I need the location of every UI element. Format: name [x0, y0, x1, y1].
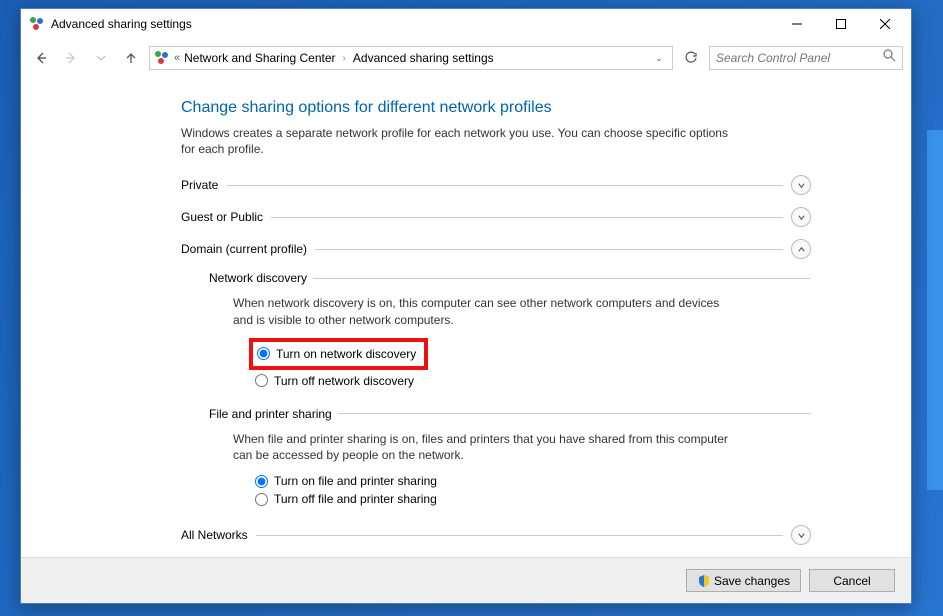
titlebar: Advanced sharing settings — [21, 9, 911, 39]
shield-icon — [697, 574, 711, 588]
chevron-down-icon[interactable] — [791, 525, 811, 545]
radio-label: Turn off file and printer sharing — [274, 492, 437, 506]
radio-input[interactable] — [257, 347, 270, 360]
button-bar: Save changes Cancel — [21, 557, 911, 603]
chevron-up-icon[interactable] — [791, 239, 811, 259]
save-changes-button[interactable]: Save changes — [686, 569, 801, 592]
cancel-label: Cancel — [833, 574, 870, 588]
radio-input[interactable] — [255, 493, 268, 506]
search-input[interactable] — [716, 51, 883, 65]
content-area: Change sharing options for different net… — [21, 77, 911, 557]
section-domain[interactable]: Domain (current profile) — [181, 239, 811, 259]
file-printer-block: File and printer sharing When file and p… — [209, 407, 811, 507]
up-button[interactable] — [119, 46, 143, 70]
section-domain-label: Domain (current profile) — [181, 242, 307, 256]
refresh-button[interactable] — [679, 46, 703, 70]
section-all-label: All Networks — [181, 528, 248, 542]
radio-label: Turn on file and printer sharing — [274, 474, 437, 488]
search-box[interactable] — [709, 46, 903, 70]
page-description: Windows creates a separate network profi… — [181, 125, 741, 157]
chevron-down-icon[interactable] — [791, 207, 811, 227]
breadcrumb-current[interactable]: Advanced sharing settings — [353, 51, 494, 65]
minimize-button[interactable] — [775, 10, 819, 38]
radio-file-printer-on[interactable]: Turn on file and printer sharing — [253, 473, 811, 489]
maximize-button[interactable] — [819, 10, 863, 38]
section-all-networks[interactable]: All Networks — [181, 525, 811, 545]
location-icon — [154, 50, 170, 66]
radio-network-discovery-off[interactable]: Turn off network discovery — [253, 373, 811, 389]
file-printer-radio-group: Turn on file and printer sharing Turn of… — [253, 473, 811, 507]
close-button[interactable] — [863, 10, 907, 38]
chevron-down-icon[interactable] — [791, 175, 811, 195]
advanced-sharing-window: Advanced sharing settings « Network and … — [20, 8, 912, 604]
desktop-accent — [927, 130, 943, 490]
save-label: Save changes — [714, 574, 790, 588]
radio-file-printer-off[interactable]: Turn off file and printer sharing — [253, 491, 811, 507]
section-private-label: Private — [181, 178, 218, 192]
search-icon[interactable] — [883, 49, 896, 67]
network-discovery-block: Network discovery When network discovery… — [209, 271, 811, 388]
network-discovery-radio-group: Turn on network discovery Turn off netwo… — [253, 338, 811, 389]
radio-input[interactable] — [255, 475, 268, 488]
app-icon — [29, 16, 45, 32]
network-discovery-title: Network discovery — [209, 271, 307, 285]
radio-label: Turn off network discovery — [274, 374, 414, 388]
radio-label: Turn on network discovery — [276, 347, 416, 361]
section-guest-public[interactable]: Guest or Public — [181, 207, 811, 227]
section-guest-label: Guest or Public — [181, 210, 263, 224]
breadcrumb-parent[interactable]: Network and Sharing Center — [184, 51, 335, 65]
radio-network-discovery-on[interactable]: Turn on network discovery — [255, 346, 418, 362]
breadcrumb-ellipsis-icon[interactable]: « — [174, 52, 180, 64]
window-title: Advanced sharing settings — [51, 17, 775, 31]
page-title: Change sharing options for different net… — [181, 99, 811, 117]
radio-input[interactable] — [255, 374, 268, 387]
back-button[interactable] — [29, 46, 53, 70]
file-printer-title: File and printer sharing — [209, 407, 332, 421]
highlighted-option: Turn on network discovery — [249, 338, 428, 370]
nav-toolbar: « Network and Sharing Center › Advanced … — [21, 39, 911, 77]
address-bar[interactable]: « Network and Sharing Center › Advanced … — [149, 46, 673, 70]
forward-button[interactable] — [59, 46, 83, 70]
chevron-right-icon: › — [343, 53, 346, 64]
file-printer-desc: When file and printer sharing is on, fil… — [233, 431, 733, 463]
network-discovery-desc: When network discovery is on, this compu… — [233, 295, 733, 327]
cancel-button[interactable]: Cancel — [809, 569, 895, 592]
address-dropdown-icon[interactable]: ⌄ — [650, 53, 668, 64]
section-private[interactable]: Private — [181, 175, 811, 195]
recent-dropdown[interactable] — [89, 46, 113, 70]
